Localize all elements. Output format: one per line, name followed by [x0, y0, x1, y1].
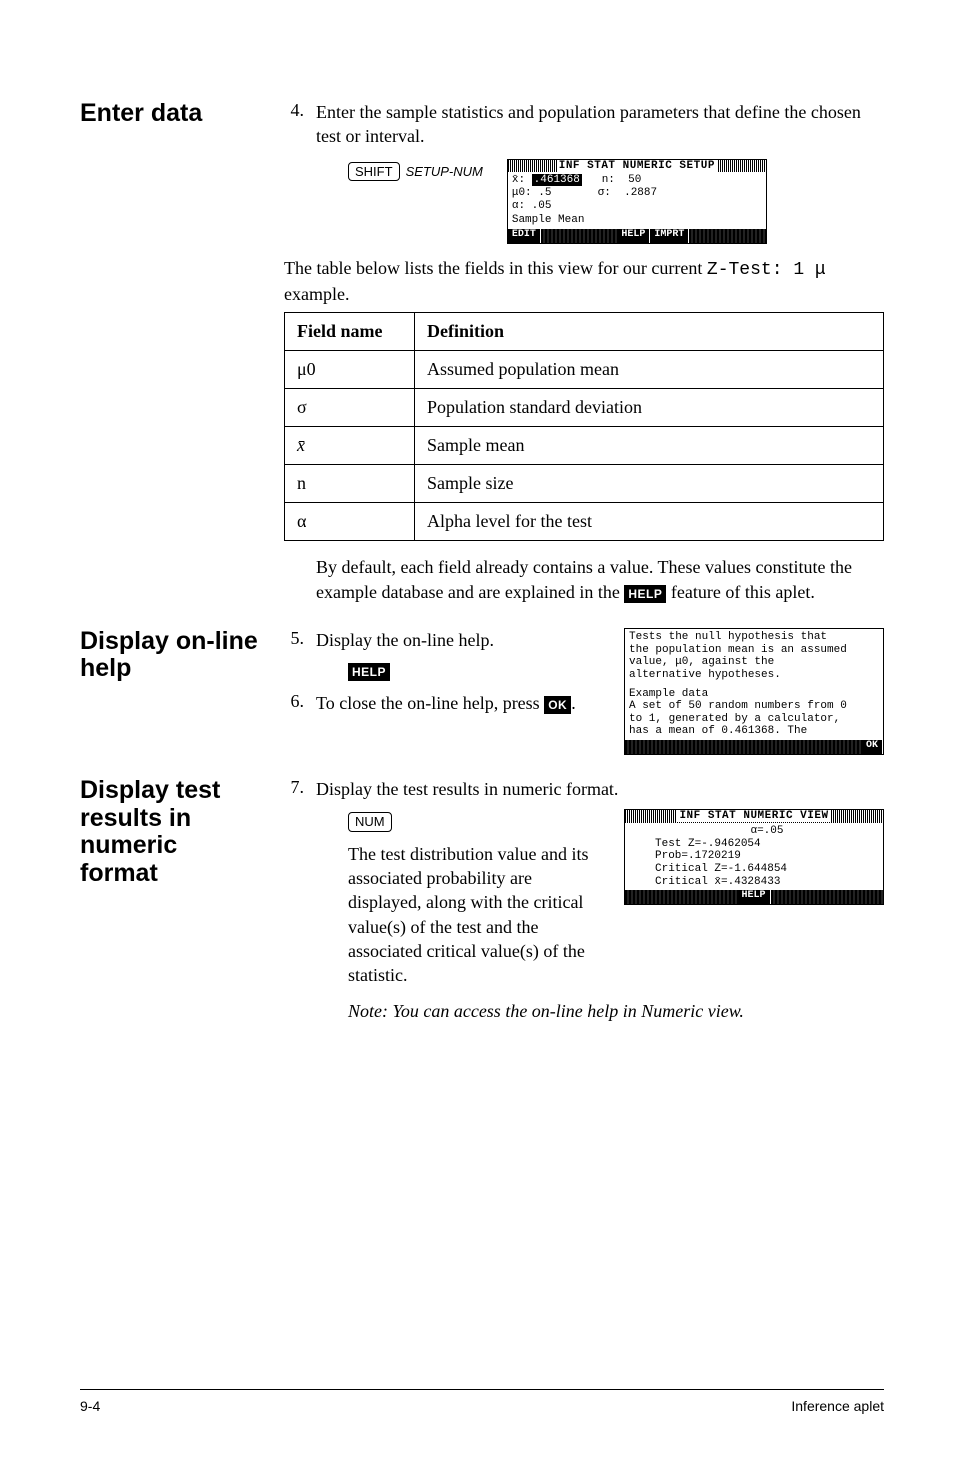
table-row: μ0Assumed population mean: [285, 351, 884, 389]
defaults-paragraph: By default, each field already contains …: [316, 555, 884, 604]
section-heading-enter-data: Enter data: [80, 100, 260, 128]
help-screen: Tests the null hypothesis that the popul…: [624, 628, 884, 755]
help-softkey-press: HELP: [348, 663, 390, 681]
table-row: σPopulation standard deviation: [285, 389, 884, 427]
test-z-line: Test Z=-.9462054: [655, 838, 879, 851]
setup-num-key: SETUP-NUM: [400, 163, 489, 181]
help-softkey[interactable]: HELP: [617, 229, 650, 243]
col-head-def: Definition: [415, 313, 884, 351]
fields-table: Field name Definition μ0Assumed populati…: [284, 312, 884, 541]
step-5-text: Display the on-line help.: [316, 628, 606, 652]
section-heading-test-results: Display test results in numeric format: [80, 777, 260, 887]
step-number: 7.: [284, 777, 304, 1024]
help-softkey[interactable]: HELP: [738, 890, 771, 904]
results-description: The test distribution value and its asso…: [348, 842, 606, 988]
help-softkey-inline: HELP: [624, 585, 666, 603]
shift-key: SHIFT: [348, 162, 400, 182]
n-value: 50: [628, 174, 641, 186]
screen-softkeys: EDIT HELP IMPRT: [508, 229, 766, 243]
ok-softkey[interactable]: OK: [862, 740, 883, 754]
screen-title: INF STAT NUMERIC VIEW: [625, 810, 883, 823]
setup-screen: INF STAT NUMERIC SETUP x̄: .461368 n: 50…: [507, 159, 767, 244]
table-row: x̄Sample mean: [285, 427, 884, 465]
alpha-value: .05: [532, 200, 552, 212]
sigma-value: .2887: [624, 187, 657, 199]
screen-title: INF STAT NUMERIC SETUP: [508, 160, 766, 173]
step-6-text: To close the on-line help, press: [316, 693, 544, 713]
mu0-value: .5: [538, 187, 551, 199]
step-7-text: Display the test results in numeric form…: [316, 777, 884, 801]
step-number: 4.: [284, 100, 304, 244]
ok-softkey: OK: [544, 696, 571, 714]
footer-title: Inference aplet: [791, 1398, 884, 1414]
step-number: 6.: [284, 691, 304, 715]
section-heading-online-help: Display on-line help: [80, 628, 260, 683]
step-4-intro: Enter the sample statistics and populati…: [316, 100, 884, 149]
xbar-value: .461368: [532, 174, 582, 186]
alpha-line: α=.05: [655, 825, 879, 838]
col-head-field: Field name: [285, 313, 415, 351]
crit-z-line: Critical Z=-1.644854: [655, 863, 879, 876]
numeric-view-note: Note: You can access the on-line help in…: [348, 999, 884, 1023]
screen-sublabel: Sample Mean: [508, 214, 766, 229]
edit-softkey[interactable]: EDIT: [508, 229, 541, 243]
screen-softkeys: OK: [625, 740, 883, 754]
numeric-view-screen: INF STAT NUMERIC VIEW α=.05 Test Z=-.946…: [624, 809, 884, 905]
prob-line: Prob=.1720219: [655, 850, 879, 863]
num-key: NUM: [348, 812, 392, 832]
page-footer: 9-4 Inference aplet: [80, 1389, 884, 1414]
table-row: αAlpha level for the test: [285, 503, 884, 541]
step-number: 5.: [284, 628, 304, 683]
crit-x-line: Critical x̄=.4328433: [655, 876, 879, 889]
screen-softkeys: HELP: [625, 890, 883, 904]
imprt-softkey[interactable]: IMPRT: [650, 229, 689, 243]
fields-table-intro: The table below lists the fields in this…: [284, 256, 884, 307]
page-number: 9-4: [80, 1398, 100, 1414]
table-row: nSample size: [285, 465, 884, 503]
